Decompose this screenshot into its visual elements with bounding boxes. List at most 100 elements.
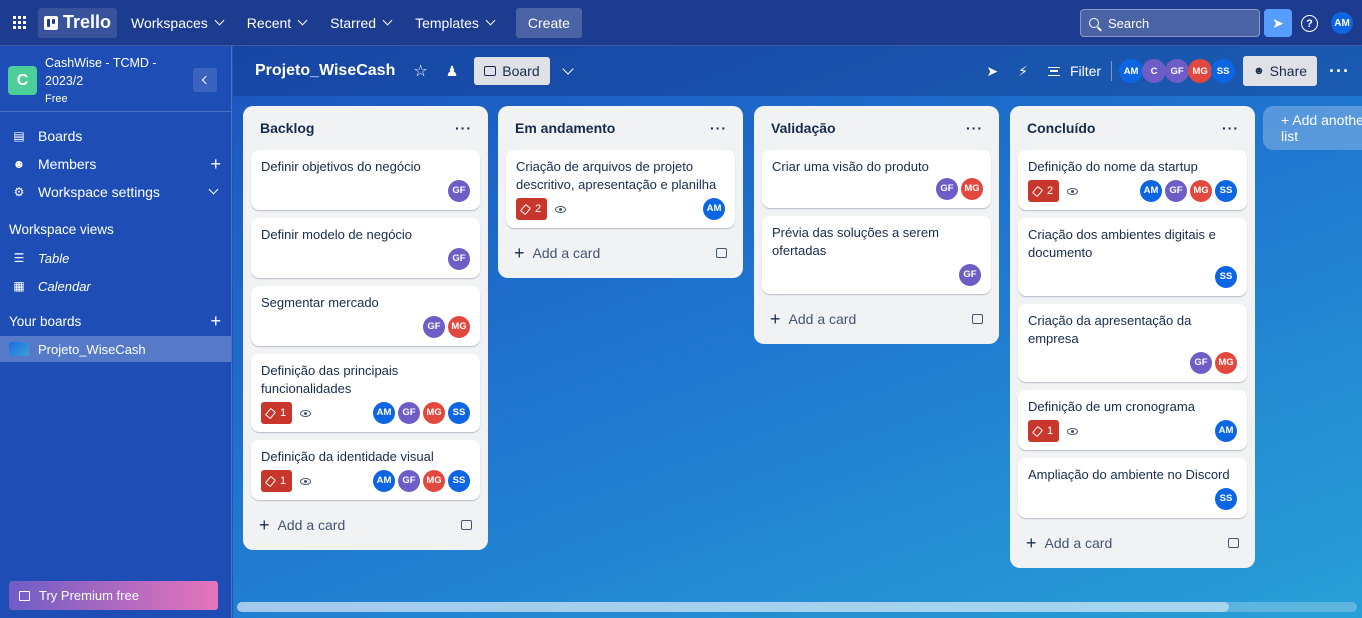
sidebar-view-calendar[interactable]: ▦ Calendar [0, 272, 231, 300]
member-avatar[interactable]: AM [703, 198, 725, 220]
card[interactable]: Definição do nome da startup 2 AM GF MG SS [1018, 150, 1247, 210]
sidebar-board-projeto-wisecash[interactable]: Projeto_WiseCash [0, 336, 231, 362]
card-template-icon[interactable] [461, 520, 472, 530]
list-menu-icon[interactable]: ··· [455, 120, 472, 136]
list-header[interactable]: Validação ··· [762, 106, 991, 150]
add-card-button[interactable]: + Add a card [762, 302, 991, 336]
add-another-list-button[interactable]: + Add another list [1263, 106, 1362, 150]
member-avatar[interactable]: SS [1215, 180, 1237, 202]
chevron-down-icon[interactable] [208, 184, 219, 195]
member-avatar[interactable]: AM [1215, 420, 1237, 442]
card[interactable]: Criação da apresentação da empresa GF MG [1018, 304, 1247, 382]
member-avatar[interactable]: GF [1165, 59, 1190, 83]
card[interactable]: Segmentar mercado GF MG [251, 286, 480, 346]
more-options-icon[interactable]: ··· [1329, 61, 1350, 82]
member-avatar[interactable]: MG [423, 470, 445, 492]
member-avatar[interactable]: GF [448, 248, 470, 270]
notifications-button[interactable]: ➤ [1264, 9, 1292, 37]
card[interactable]: Prévia das soluções a serem ofertadas GF [762, 216, 991, 294]
list-menu-icon[interactable]: ··· [966, 120, 983, 136]
chevron-down-icon [485, 15, 496, 26]
member-avatar[interactable]: SS [448, 470, 470, 492]
member-avatar[interactable]: MG [423, 402, 445, 424]
add-card-button[interactable]: + Add a card [251, 508, 480, 542]
member-avatar[interactable]: MG [961, 178, 983, 200]
member-avatar[interactable]: SS [1211, 59, 1236, 83]
board-members[interactable]: AM C GF MG SS [1119, 59, 1236, 83]
search-input[interactable]: Search [1080, 9, 1260, 37]
card[interactable]: Criação de arquivos de projeto descritiv… [506, 150, 735, 228]
rocket-icon[interactable]: ➤ [986, 63, 998, 80]
card-template-icon[interactable] [972, 314, 983, 324]
sidebar-item-members[interactable]: ☻ Members + [0, 150, 231, 178]
help-icon[interactable]: ? [1301, 15, 1318, 32]
member-avatar[interactable]: AM [373, 470, 395, 492]
member-avatar[interactable]: MG [1215, 352, 1237, 374]
list-header[interactable]: Concluído ··· [1018, 106, 1247, 150]
card[interactable]: Definir modelo de negócio GF [251, 218, 480, 278]
member-avatar[interactable]: GF [1165, 180, 1187, 202]
member-avatar[interactable]: GF [959, 264, 981, 286]
sidebar-item-workspace-settings[interactable]: ⚙ Workspace settings [0, 178, 231, 206]
nav-starred[interactable]: Starred [320, 8, 401, 38]
list-header[interactable]: Em andamento ··· [506, 106, 735, 150]
plus-icon: + [259, 514, 270, 535]
account-avatar[interactable]: AM [1331, 12, 1353, 34]
card[interactable]: Ampliação do ambiente no Discord SS [1018, 458, 1247, 518]
trello-logo[interactable]: Trello [38, 7, 118, 38]
lightning-icon[interactable]: ⚡ [1018, 63, 1028, 80]
card[interactable]: Criar uma visão do produto GF MG [762, 150, 991, 208]
scrollbar-thumb[interactable] [237, 602, 1229, 612]
card-template-icon[interactable] [1228, 538, 1239, 548]
nav-workspaces[interactable]: Workspaces [121, 8, 233, 38]
horizontal-scrollbar[interactable] [237, 602, 1357, 612]
member-avatar[interactable]: GF [936, 178, 958, 200]
member-avatar[interactable]: AM [373, 402, 395, 424]
member-avatar[interactable]: MG [448, 316, 470, 338]
add-member-icon[interactable]: + [210, 155, 221, 173]
visibility-icon[interactable]: ♟ [446, 63, 459, 80]
add-board-icon[interactable]: + [210, 311, 221, 332]
app-switcher-button[interactable] [0, 0, 38, 46]
card[interactable]: Definir objetivos do negócio GF [251, 150, 480, 210]
member-avatar[interactable]: MG [1190, 180, 1212, 202]
card-template-icon[interactable] [716, 248, 727, 258]
card-members: AM GF MG SS [1137, 180, 1237, 202]
member-avatar[interactable]: MG [1188, 59, 1213, 83]
member-avatar[interactable]: GF [398, 402, 420, 424]
card[interactable]: Definição das principais funcionalidades… [251, 354, 480, 432]
card-members: GF MG [1187, 352, 1237, 374]
nav-recent[interactable]: Recent [237, 8, 316, 38]
member-avatar[interactable]: AM [1119, 59, 1144, 83]
list-menu-icon[interactable]: ··· [1222, 120, 1239, 136]
try-premium-button[interactable]: Try Premium free [9, 581, 218, 610]
chevron-down-icon[interactable] [561, 63, 574, 75]
share-button[interactable]: ☻ Share [1243, 56, 1318, 86]
card[interactable]: Definição da identidade visual 1 AM GF MG SS [251, 440, 480, 500]
member-avatar[interactable]: SS [1215, 488, 1237, 510]
member-avatar[interactable]: C [1142, 59, 1167, 83]
member-avatar[interactable]: GF [448, 180, 470, 202]
view-board-button[interactable]: Board [474, 57, 550, 85]
board-title[interactable]: Projeto_WiseCash [255, 62, 395, 80]
member-avatar[interactable]: GF [1190, 352, 1212, 374]
add-card-button[interactable]: + Add a card [1018, 526, 1247, 560]
member-avatar[interactable]: SS [448, 402, 470, 424]
member-avatar[interactable]: GF [423, 316, 445, 338]
card[interactable]: Definição de um cronograma 1 AM [1018, 390, 1247, 450]
list-header[interactable]: Backlog ··· [251, 106, 480, 150]
member-avatar[interactable]: SS [1215, 266, 1237, 288]
card[interactable]: Criação dos ambientes digitais e documen… [1018, 218, 1247, 296]
star-icon[interactable]: ☆ [413, 61, 427, 81]
board-header-actions: ➤ ⚡ Filter AM C GF MG SS ☻ Share ··· [986, 46, 1362, 96]
list-menu-icon[interactable]: ··· [710, 120, 727, 136]
member-avatar[interactable]: AM [1140, 180, 1162, 202]
sidebar-item-boards[interactable]: ▤ Boards [0, 122, 231, 150]
add-card-button[interactable]: + Add a card [506, 236, 735, 270]
sidebar-view-table[interactable]: ☰ Table [0, 244, 231, 272]
nav-templates[interactable]: Templates [405, 8, 504, 38]
create-button[interactable]: Create [515, 7, 582, 38]
filter-button[interactable]: Filter [1047, 63, 1101, 79]
collapse-sidebar-button[interactable] [193, 68, 217, 92]
member-avatar[interactable]: GF [398, 470, 420, 492]
